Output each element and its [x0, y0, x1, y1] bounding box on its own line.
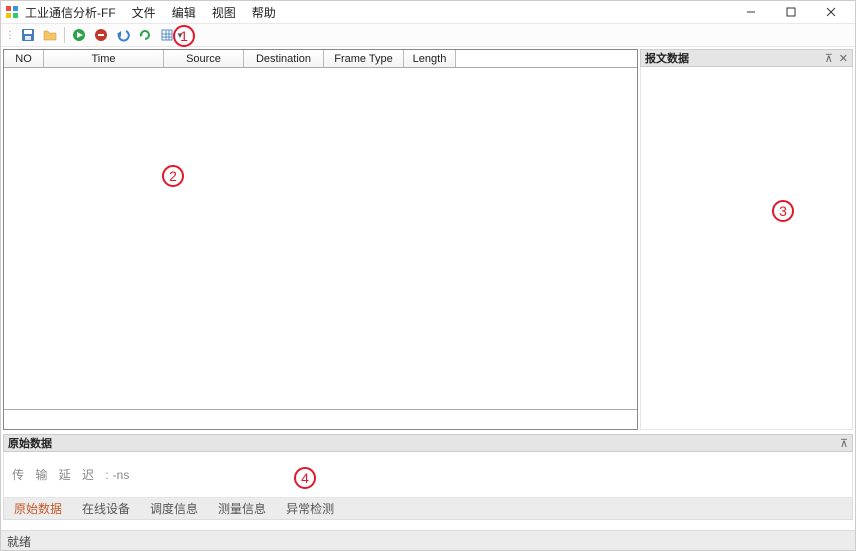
- bottom-tabs: 原始数据 在线设备 调度信息 测量信息 异常检测: [3, 498, 853, 520]
- pin-icon[interactable]: ⊼: [825, 52, 833, 65]
- bottom-panel-body: 传 输 延 迟 :-ns: [3, 452, 853, 498]
- menu-view[interactable]: 视图: [204, 2, 244, 23]
- annotation-3: 3: [772, 200, 794, 222]
- tab-schedule-info[interactable]: 调度信息: [140, 497, 208, 520]
- close-button[interactable]: [811, 1, 851, 23]
- col-frametype[interactable]: Frame Type: [324, 50, 404, 67]
- main-area: NO Time Source Destination Frame Type Le…: [1, 47, 855, 430]
- app-icon: [5, 5, 19, 19]
- packet-grid: NO Time Source Destination Frame Type Le…: [3, 49, 638, 430]
- app-title: 工业通信分析-FF: [25, 4, 116, 21]
- pin-icon[interactable]: ⊼: [840, 437, 848, 450]
- right-panel-header: 报文数据 ⊼ ✕: [640, 49, 853, 67]
- refresh-icon[interactable]: [135, 25, 155, 45]
- save-icon[interactable]: [18, 25, 38, 45]
- grid-body[interactable]: [4, 68, 637, 409]
- status-text: 就绪: [7, 535, 31, 549]
- right-panel-title: 报文数据: [645, 50, 689, 66]
- bottom-panel-title: 原始数据: [8, 435, 52, 451]
- annotation-4: 4: [294, 467, 316, 489]
- maximize-button[interactable]: [771, 1, 811, 23]
- minimize-button[interactable]: [731, 1, 771, 23]
- toolbar-separator: [64, 27, 65, 43]
- titlebar: 工业通信分析-FF 文件 编辑 视图 帮助: [1, 1, 855, 23]
- grid-header: NO Time Source Destination Frame Type Le…: [4, 50, 637, 68]
- menu-bar: 文件 编辑 视图 帮助: [124, 2, 284, 23]
- tab-anomaly-detect[interactable]: 异常检测: [276, 497, 344, 520]
- delay-label: 传 输 延 迟 :: [12, 468, 113, 482]
- close-icon[interactable]: ✕: [839, 52, 848, 65]
- window-controls: [731, 1, 851, 23]
- toolbar-grip: ⋮: [5, 30, 14, 41]
- menu-edit[interactable]: 编辑: [164, 2, 204, 23]
- col-destination[interactable]: Destination: [244, 50, 324, 67]
- annotation-1: 1: [173, 25, 195, 47]
- col-source[interactable]: Source: [164, 50, 244, 67]
- tab-measure-info[interactable]: 测量信息: [208, 497, 276, 520]
- play-icon[interactable]: [69, 25, 89, 45]
- col-no[interactable]: NO: [4, 50, 44, 67]
- tab-online-devices[interactable]: 在线设备: [72, 497, 140, 520]
- menu-help[interactable]: 帮助: [244, 2, 284, 23]
- bottom-panel: 原始数据 ⊼ 传 输 延 迟 :-ns 原始数据 在线设备 调度信息 测量信息 …: [3, 434, 853, 520]
- bottom-panel-header: 原始数据 ⊼: [3, 434, 853, 452]
- undo-icon[interactable]: [113, 25, 133, 45]
- col-length[interactable]: Length: [404, 50, 456, 67]
- tab-rawdata[interactable]: 原始数据: [4, 497, 72, 520]
- menu-file[interactable]: 文件: [124, 2, 164, 23]
- status-bar: 就绪: [1, 530, 855, 550]
- col-time[interactable]: Time: [44, 50, 164, 67]
- grid-footer: [4, 409, 637, 429]
- toolbar: ⋮ ▼: [1, 23, 855, 47]
- right-panel: 报文数据 ⊼ ✕: [640, 49, 853, 430]
- right-panel-body[interactable]: [640, 67, 853, 430]
- annotation-2: 2: [162, 165, 184, 187]
- open-icon[interactable]: [40, 25, 60, 45]
- delay-value: -ns: [113, 468, 130, 482]
- stop-icon[interactable]: [91, 25, 111, 45]
